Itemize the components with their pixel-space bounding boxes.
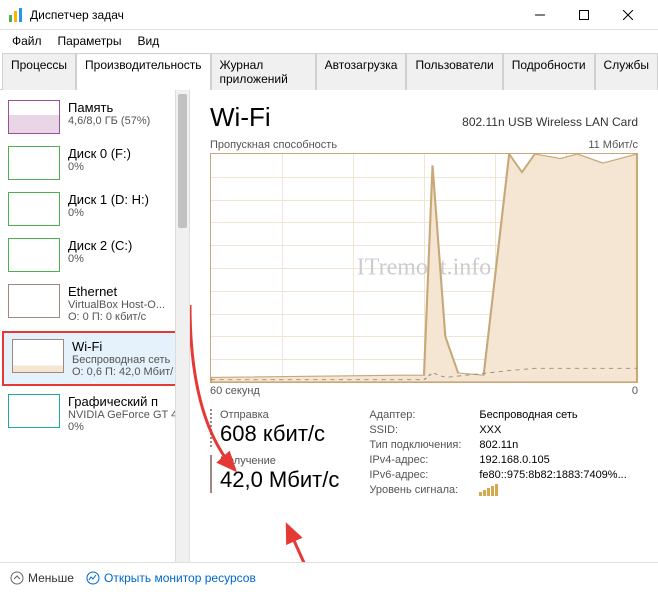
throughput-graph[interactable]: 7,7 Мбит/с ITremont.info bbox=[210, 153, 638, 383]
sidebar-item-disk1[interactable]: Диск 1 (D: H:)0% bbox=[0, 186, 189, 232]
sidebar-scrollbar[interactable] bbox=[175, 90, 189, 570]
sidebar-item-disk0[interactable]: Диск 0 (F:)0% bbox=[0, 140, 189, 186]
disk-thumb-icon bbox=[8, 238, 60, 272]
graph-svg bbox=[211, 154, 637, 382]
sidebar-item-ethernet[interactable]: EthernetVirtualBox Host-O...О: 0 П: 0 кб… bbox=[0, 278, 189, 329]
tab-app-history[interactable]: Журнал приложений bbox=[211, 53, 316, 90]
menu-view[interactable]: Вид bbox=[129, 32, 167, 50]
wifi-thumb-icon bbox=[12, 339, 64, 373]
app-icon bbox=[8, 7, 24, 23]
graph-max-label: 11 Мбит/с bbox=[588, 139, 638, 151]
page-title: Wi-Fi bbox=[210, 102, 271, 133]
tab-users[interactable]: Пользователи bbox=[406, 53, 502, 90]
send-label: Отправка bbox=[220, 409, 339, 421]
gpu-thumb-icon bbox=[8, 394, 60, 428]
sidebar-label: Память bbox=[68, 100, 181, 115]
memory-thumb-icon bbox=[8, 100, 60, 134]
menu-bar: Файл Параметры Вид bbox=[0, 30, 658, 52]
recv-value: 42,0 Мбит/с bbox=[220, 467, 339, 493]
graph-zero-label: 0 bbox=[632, 385, 638, 397]
disk-thumb-icon bbox=[8, 192, 60, 226]
chevron-up-circle-icon bbox=[10, 571, 24, 585]
sidebar-item-disk2[interactable]: Диск 2 (C:)0% bbox=[0, 232, 189, 278]
tab-strip: Процессы Производительность Журнал прило… bbox=[0, 52, 658, 90]
adapter-name: 802.11n USB Wireless LAN Card bbox=[462, 115, 638, 129]
recv-area bbox=[211, 154, 637, 382]
main-panel: Wi-Fi 802.11n USB Wireless LAN Card Проп… bbox=[190, 90, 658, 570]
performance-sidebar[interactable]: Память4,6/8,0 ГБ (57%) Диск 0 (F:)0% Дис… bbox=[0, 90, 190, 570]
ethernet-thumb-icon bbox=[8, 284, 60, 318]
menu-options[interactable]: Параметры bbox=[50, 32, 130, 50]
footer-bar: Меньше Открыть монитор ресурсов bbox=[0, 562, 658, 592]
tab-services[interactable]: Службы bbox=[595, 53, 658, 90]
menu-file[interactable]: Файл bbox=[4, 32, 50, 50]
sidebar-item-gpu[interactable]: Графический пNVIDIA GeForce GT 40% bbox=[0, 388, 189, 439]
tab-processes[interactable]: Процессы bbox=[2, 53, 76, 90]
minimize-button[interactable] bbox=[518, 0, 562, 30]
sidebar-item-memory[interactable]: Память4,6/8,0 ГБ (57%) bbox=[0, 94, 189, 140]
monitor-icon bbox=[86, 571, 100, 585]
tab-performance[interactable]: Производительность bbox=[76, 53, 210, 90]
maximize-button[interactable] bbox=[562, 0, 606, 30]
graph-label: Пропускная способность bbox=[210, 139, 337, 151]
tab-details[interactable]: Подробности bbox=[503, 53, 595, 90]
graph-time-label: 60 секунд bbox=[210, 385, 260, 397]
fewer-details-button[interactable]: Меньше bbox=[10, 571, 74, 585]
send-value: 608 кбит/с bbox=[220, 421, 339, 447]
open-resource-monitor-link[interactable]: Открыть монитор ресурсов bbox=[86, 571, 256, 585]
recv-label: Получение bbox=[220, 455, 339, 467]
signal-bars-icon bbox=[479, 484, 498, 496]
metrics: Отправка 608 кбит/с Получение 42,0 Мбит/… bbox=[210, 409, 339, 502]
window-title: Диспетчер задач bbox=[30, 8, 518, 22]
disk-thumb-icon bbox=[8, 146, 60, 180]
connection-details: Адаптер:Беспроводная сеть SSID:XXX Тип п… bbox=[369, 409, 626, 502]
title-bar: Диспетчер задач bbox=[0, 0, 658, 30]
tab-startup[interactable]: Автозагрузка bbox=[316, 53, 407, 90]
sidebar-item-wifi[interactable]: Wi-FiБеспроводная сетьО: 0,6 П: 42,0 Мби… bbox=[2, 331, 187, 386]
close-button[interactable] bbox=[606, 0, 650, 30]
